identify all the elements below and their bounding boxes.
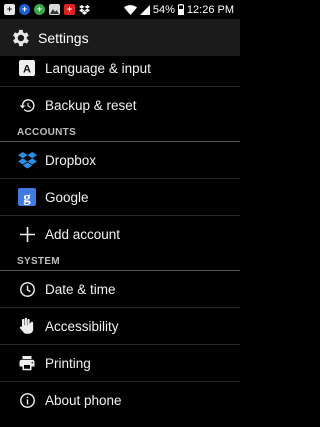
- svg-text:A: A: [23, 64, 31, 76]
- signal-icon: [139, 4, 150, 15]
- about-phone-item[interactable]: About phone: [0, 382, 240, 419]
- dropbox-icon: [17, 150, 37, 170]
- language-input-icon: A: [17, 58, 37, 78]
- settings-list: A Language & input Backup & reset ACCOUN…: [0, 50, 240, 419]
- backup-reset-item[interactable]: Backup & reset: [0, 87, 240, 124]
- clock-icon: [17, 279, 37, 299]
- google-item[interactable]: g Google: [0, 179, 240, 216]
- clock-time: 12:26 PM: [186, 3, 234, 16]
- gear-icon[interactable]: [9, 27, 31, 49]
- app-notification-icon: +: [19, 4, 30, 15]
- language-input-label: Language & input: [45, 60, 151, 76]
- google-label: Google: [45, 189, 89, 205]
- svg-text:g: g: [23, 190, 31, 206]
- add-account-label: Add account: [45, 227, 121, 242]
- printer-icon: [17, 353, 37, 373]
- hand-icon: [17, 316, 37, 336]
- printing-label: Printing: [45, 355, 91, 371]
- medical-notification-icon: +: [64, 4, 75, 15]
- printing-item[interactable]: Printing: [0, 345, 240, 382]
- info-icon: [17, 391, 37, 411]
- about-phone-label: About phone: [45, 393, 122, 408]
- notification-icons: + + + +: [0, 4, 90, 15]
- plus-icon: [17, 225, 37, 245]
- plus-circle-notification-icon: +: [34, 4, 45, 15]
- language-input-item[interactable]: A Language & input: [0, 50, 240, 87]
- system-section-header: SYSTEM: [0, 253, 240, 271]
- page-title: Settings: [38, 29, 89, 46]
- status-bar: + + + + 54% 12:26 PM: [0, 0, 240, 19]
- dropbox-label: Dropbox: [45, 152, 97, 168]
- image-notification-icon: [49, 4, 60, 15]
- wifi-icon: [123, 4, 137, 15]
- add-account-item[interactable]: Add account: [0, 216, 240, 253]
- dropbox-notification-icon: [79, 4, 90, 15]
- battery-percentage: 54%: [152, 3, 175, 16]
- date-time-label: Date & time: [45, 281, 116, 297]
- backup-reset-label: Backup & reset: [45, 98, 137, 113]
- backup-reset-icon: [17, 96, 37, 116]
- date-time-item[interactable]: Date & time: [0, 271, 240, 308]
- accessibility-label: Accessibility: [45, 318, 119, 334]
- google-g-icon: g: [17, 187, 37, 207]
- accounts-section-header: ACCOUNTS: [0, 124, 240, 142]
- dropbox-item[interactable]: Dropbox: [0, 142, 240, 179]
- battery-icon: [177, 4, 184, 15]
- download-notification-icon: +: [4, 4, 15, 15]
- accessibility-item[interactable]: Accessibility: [0, 308, 240, 345]
